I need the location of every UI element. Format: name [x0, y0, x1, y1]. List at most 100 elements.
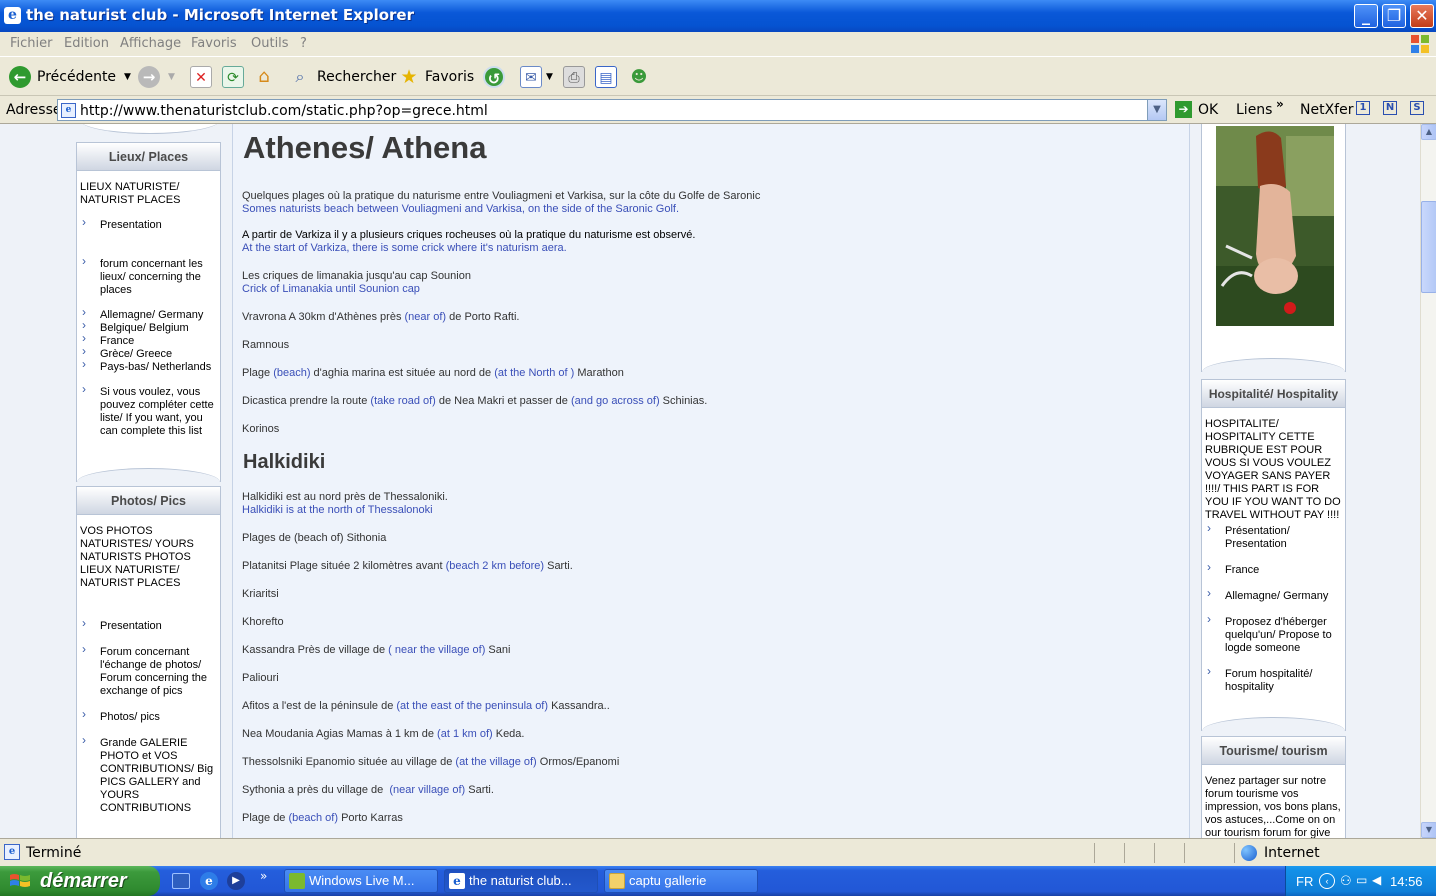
- ie-quicklaunch-icon[interactable]: e: [200, 872, 218, 890]
- country-france-link[interactable]: France: [80, 332, 217, 348]
- complete-list-link[interactable]: Si vous voulez, vous pouvez compléter ce…: [80, 383, 217, 438]
- home-button[interactable]: ⌂: [253, 64, 275, 90]
- photos-presentation-link[interactable]: Presentation: [80, 617, 217, 633]
- paragraph: Afitos a l'est de la péninsule de (at th…: [242, 700, 610, 712]
- photo-panel: [1201, 124, 1346, 372]
- history-button[interactable]: ↺: [483, 64, 505, 90]
- menu-edition[interactable]: Edition: [64, 36, 109, 51]
- paragraph: Plage (beach) d'aghia marina est située …: [242, 367, 624, 379]
- places-presentation-link[interactable]: Presentation: [80, 216, 217, 232]
- paragraph: Korinos: [242, 423, 280, 435]
- stop-icon: ✕: [190, 66, 212, 88]
- chevron-right-icon[interactable]: »: [260, 869, 267, 883]
- menu-affichage[interactable]: Affichage: [120, 36, 181, 51]
- tourism-header: Tourisme/ tourism: [1202, 737, 1345, 765]
- forward-button[interactable]: → ▼: [138, 64, 175, 90]
- chevron-right-icon[interactable]: »: [1276, 97, 1284, 111]
- edit-button[interactable]: ▤: [595, 64, 617, 90]
- scroll-thumb[interactable]: [1421, 201, 1436, 293]
- toolbar-1-button[interactable]: 1: [1356, 101, 1370, 115]
- window-title: the naturist club - Microsoft Internet E…: [26, 6, 415, 24]
- ie-window: e the naturist club - Microsoft Internet…: [0, 0, 1436, 866]
- chevron-down-icon[interactable]: ▼: [546, 72, 553, 82]
- netxfer-button[interactable]: NetXfer: [1300, 102, 1353, 118]
- menu-outils[interactable]: Outils: [251, 36, 289, 51]
- country-germany-link[interactable]: Allemagne/ Germany: [80, 306, 217, 322]
- back-button[interactable]: ← Précédente ▼: [9, 64, 131, 90]
- print-button[interactable]: ⎙: [563, 64, 585, 90]
- taskbar: démarrer e ▶ » Windows Live M... e the n…: [0, 866, 1436, 896]
- go-arrow-icon: ➔: [1175, 101, 1192, 118]
- paragraph: Plage de (beach of) Porto Karras: [242, 812, 403, 824]
- volume-icon[interactable]: ◀: [1372, 873, 1381, 887]
- photos-forum-link[interactable]: Forum concernant l'échange de photos/ Fo…: [80, 643, 217, 698]
- refresh-button[interactable]: ⟳: [222, 64, 244, 90]
- hospitality-germany-link[interactable]: Allemagne/ Germany: [1205, 587, 1342, 603]
- toolbar-s-button[interactable]: S: [1410, 101, 1424, 115]
- country-greece-link[interactable]: Grèce/ Greece: [80, 345, 217, 361]
- start-button[interactable]: démarrer: [0, 866, 160, 896]
- monitor-icon[interactable]: ▭: [1356, 873, 1367, 887]
- network-icon[interactable]: ⚇: [1340, 873, 1352, 889]
- task-captu-gallerie[interactable]: captu gallerie: [604, 869, 758, 893]
- menu-fichier[interactable]: Fichier: [10, 36, 53, 51]
- section-title-athens: Athenes/ Athena: [243, 130, 487, 165]
- country-netherlands-link[interactable]: Pays-bas/ Netherlands: [80, 358, 217, 374]
- maximize-button[interactable]: ❐: [1382, 4, 1406, 28]
- messenger-button[interactable]: ☻: [628, 64, 650, 90]
- address-url[interactable]: http://www.thenaturistclub.com/static.ph…: [80, 103, 488, 119]
- task-windows-live[interactable]: Windows Live M...: [284, 869, 438, 893]
- panel-divider: [77, 468, 220, 482]
- close-button[interactable]: ✕: [1410, 4, 1434, 28]
- photos-panel: Photos/ Pics VOS PHOTOS NATURISTES/ YOUR…: [76, 486, 221, 838]
- paragraph: Sythonia a près du village de (near vill…: [242, 784, 494, 796]
- go-button[interactable]: ➔ OK: [1175, 101, 1218, 118]
- hospitality-france-link[interactable]: France: [1205, 561, 1342, 577]
- hospitality-presentation-link[interactable]: Présentation/ Presentation: [1205, 522, 1342, 551]
- paragraph: Les criques de limanakia jusqu'au cap So…: [242, 270, 471, 282]
- chevron-down-icon[interactable]: ▼: [1147, 100, 1166, 120]
- hospitality-propose-link[interactable]: Proposez d'héberger quelqu'un/ Propose t…: [1205, 613, 1342, 655]
- search-button[interactable]: ⌕ Rechercher: [289, 64, 397, 90]
- page-icon: e: [4, 844, 20, 860]
- chevron-down-icon[interactable]: ▼: [124, 72, 131, 82]
- scroll-up-button[interactable]: ▲: [1421, 124, 1436, 140]
- title-bar: e the naturist club - Microsoft Internet…: [0, 0, 1436, 32]
- task-naturist-club[interactable]: e the naturist club...: [444, 869, 598, 893]
- status-section: [1154, 843, 1184, 863]
- media-player-icon[interactable]: ▶: [227, 872, 245, 890]
- vertical-scrollbar[interactable]: ▲ ▼: [1420, 124, 1436, 838]
- photos-pics-link[interactable]: Photos/ pics: [80, 708, 217, 724]
- favorites-label: Favoris: [425, 69, 475, 85]
- scroll-down-button[interactable]: ▼: [1421, 822, 1436, 838]
- back-label: Précédente: [37, 69, 117, 85]
- menu-favoris[interactable]: Favoris: [191, 36, 237, 51]
- minimize-button[interactable]: _: [1354, 4, 1378, 28]
- photos-gallery-link[interactable]: Grande GALERIE PHOTO et VOS CONTRIBUTION…: [80, 734, 217, 815]
- zone-text: Internet: [1264, 845, 1320, 861]
- links-button[interactable]: Liens: [1236, 102, 1272, 118]
- messenger-icon: [289, 873, 305, 889]
- address-input[interactable]: e http://www.thenaturistclub.com/static.…: [57, 99, 1167, 121]
- desktop-icon[interactable]: [172, 873, 190, 889]
- search-icon: ⌕: [295, 67, 305, 86]
- menu-help[interactable]: ?: [300, 36, 307, 51]
- paragraph: Kassandra Près de village de ( near the …: [242, 644, 511, 656]
- paragraph: Plages de (beach of) Sithonia: [242, 532, 387, 544]
- hospitality-forum-link[interactable]: Forum hospitalité/ hospitality: [1205, 665, 1342, 694]
- zone-section: Internet: [1234, 843, 1436, 863]
- toolbar: ← Précédente ▼ → ▼ ✕ ⟳ ⌂ ⌕ Rechercher ★ …: [0, 58, 1436, 96]
- country-belgium-link[interactable]: Belgique/ Belgium: [80, 319, 217, 335]
- places-forum-link[interactable]: forum concernant les lieux/ concerning t…: [80, 255, 217, 297]
- photos-header: Photos/ Pics: [77, 487, 220, 515]
- favorites-button[interactable]: ★ Favoris: [398, 64, 474, 90]
- chevron-left-icon[interactable]: ‹: [1319, 873, 1335, 889]
- panel-divider: [1202, 358, 1345, 372]
- mail-button[interactable]: ✉ ▼: [520, 64, 553, 90]
- language-indicator[interactable]: FR: [1296, 874, 1313, 889]
- toolbar-n-button[interactable]: N: [1383, 101, 1397, 115]
- ie-icon: e: [4, 7, 21, 24]
- go-label: OK: [1198, 101, 1219, 118]
- status-section: [1184, 843, 1234, 863]
- stop-button[interactable]: ✕: [190, 64, 212, 90]
